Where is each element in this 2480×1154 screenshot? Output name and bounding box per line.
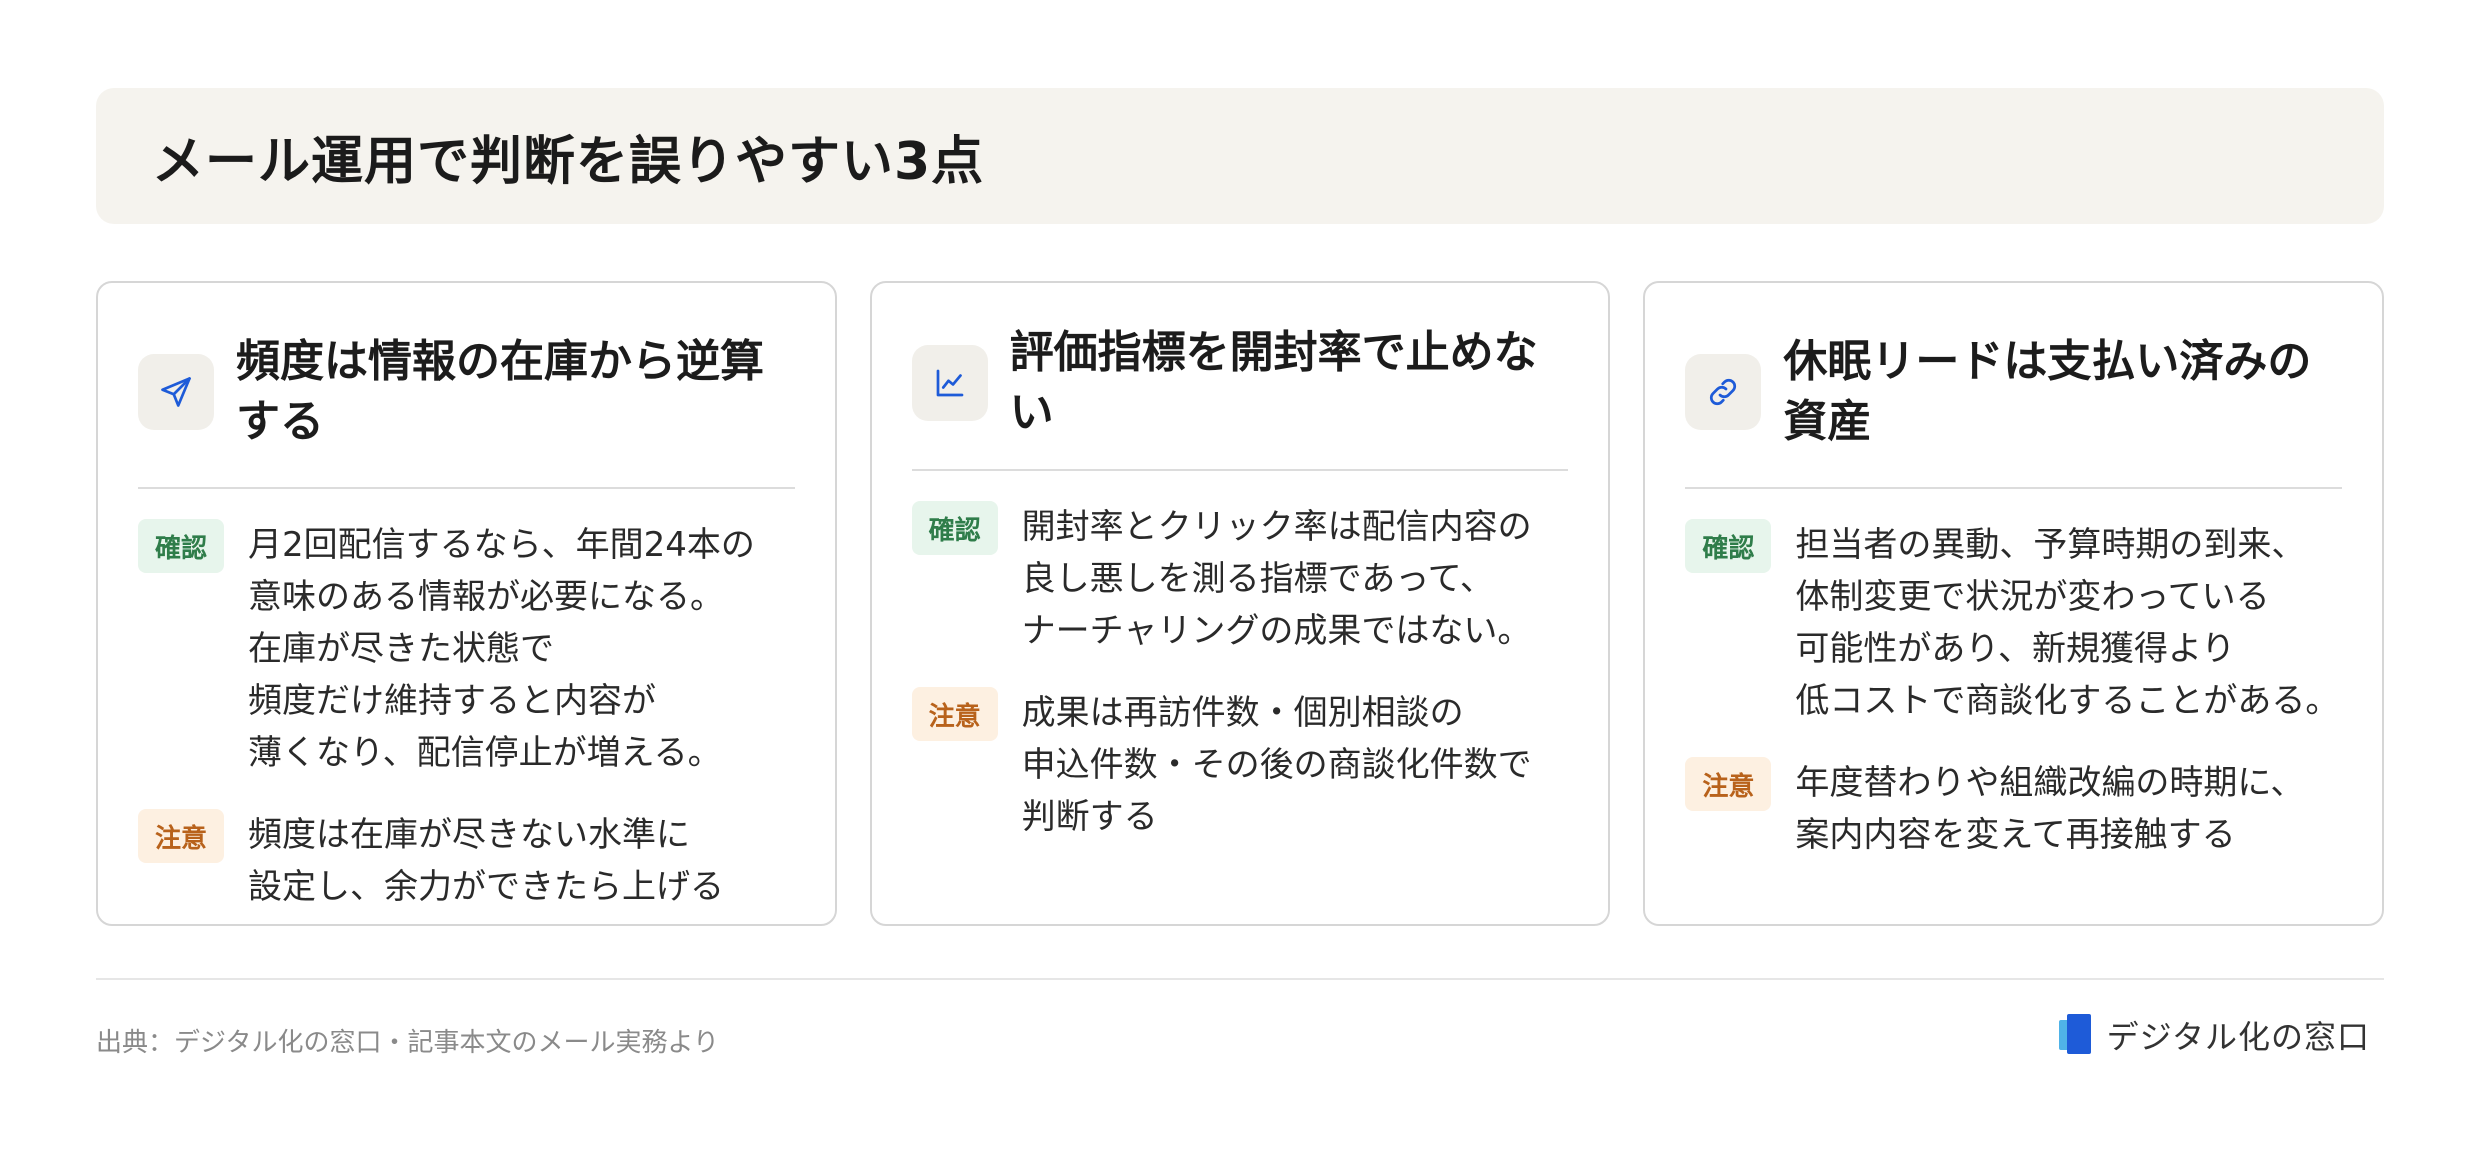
caution-row: 注意 頻度は在庫が尽きない水準に 設定し、余力ができたら上げる (138, 809, 795, 913)
link-icon (1685, 354, 1762, 430)
caution-text: 頻度は在庫が尽きない水準に 設定し、余力ができたら上げる (248, 815, 724, 907)
card-header: 休眠リードは支払い済みの資産 (1685, 323, 2343, 489)
caution-text: 成果は再訪件数・個別相談の 申込件数・その後の商談化件数で 判断する (1021, 693, 1532, 837)
confirm-badge: 確認 (1685, 519, 1772, 573)
card-dormant-leads: 休眠リードは支払い済みの資産 確認 担当者の異動、予算時期の到来、 体制変更で状… (1643, 281, 2385, 926)
brand-logo: デジタル化の窓口 (2058, 1012, 2370, 1058)
source-note: 出典：デジタル化の窓口・記事本文のメール実務より (96, 1028, 719, 1058)
card-title: 評価指標を開封率で止めない (1009, 327, 1538, 438)
caution-row: 注意 年度替わりや組織改編の時期に、 案内内容を変えて再接触する (1685, 757, 2342, 861)
confirm-row: 確認 月2回配信するなら、年間24本の 意味のある情報が必要になる。 在庫が尽き… (138, 519, 795, 779)
send-icon (138, 354, 214, 430)
card-title: 休眠リードは支払い済みの資産 (1783, 336, 2312, 447)
card-frequency: 頻度は情報の在庫から逆算する 確認 月2回配信するなら、年間24本の 意味のある… (96, 281, 837, 926)
brand-mark-icon (2058, 1014, 2093, 1056)
cards-container: 頻度は情報の在庫から逆算する 確認 月2回配信するなら、年間24本の 意味のある… (96, 281, 2385, 926)
title-banner: メール運用で判断を誤りやすい3点 (96, 88, 2384, 224)
caution-badge: 注意 (1685, 757, 1772, 811)
confirm-row: 確認 担当者の異動、予算時期の到来、 体制変更で状況が変わっている 可能性があり… (1685, 519, 2342, 727)
confirm-badge: 確認 (138, 519, 224, 573)
caution-row: 注意 成果は再訪件数・個別相談の 申込件数・その後の商談化件数で 判断する (911, 687, 1569, 843)
confirm-row: 確認 開封率とクリック率は配信内容の 良し悪しを測る指標であって、 ナーチャリン… (911, 501, 1569, 657)
card-header: 評価指標を開封率で止めない (911, 323, 1569, 471)
card-header: 頻度は情報の在庫から逆算する (138, 323, 795, 489)
footer-divider (96, 978, 2384, 980)
confirm-text: 月2回配信するなら、年間24本の 意味のある情報が必要になる。 在庫が尽きた状態… (248, 525, 755, 773)
confirm-text: 開封率とクリック率は配信内容の 良し悪しを測る指標であって、 ナーチャリングの成… (1021, 507, 1532, 651)
brand-name: デジタル化の窓口 (2106, 1018, 2370, 1056)
line-chart-icon (911, 345, 988, 421)
caution-badge: 注意 (911, 687, 998, 741)
confirm-text: 担当者の異動、予算時期の到来、 体制変更で状況が変わっている 可能性があり、新規… (1795, 525, 2340, 721)
confirm-badge: 確認 (911, 501, 998, 555)
page-title: メール運用で判断を誤りやすい3点 (152, 131, 985, 192)
card-metrics: 評価指標を開封率で止めない 確認 開封率とクリック率は配信内容の 良し悪しを測る… (869, 281, 1611, 926)
caution-text: 年度替わりや組織改編の時期に、 案内内容を変えて再接触する (1795, 763, 2305, 855)
card-title: 頻度は情報の在庫から逆算する (236, 336, 764, 447)
caution-badge: 注意 (138, 809, 224, 863)
